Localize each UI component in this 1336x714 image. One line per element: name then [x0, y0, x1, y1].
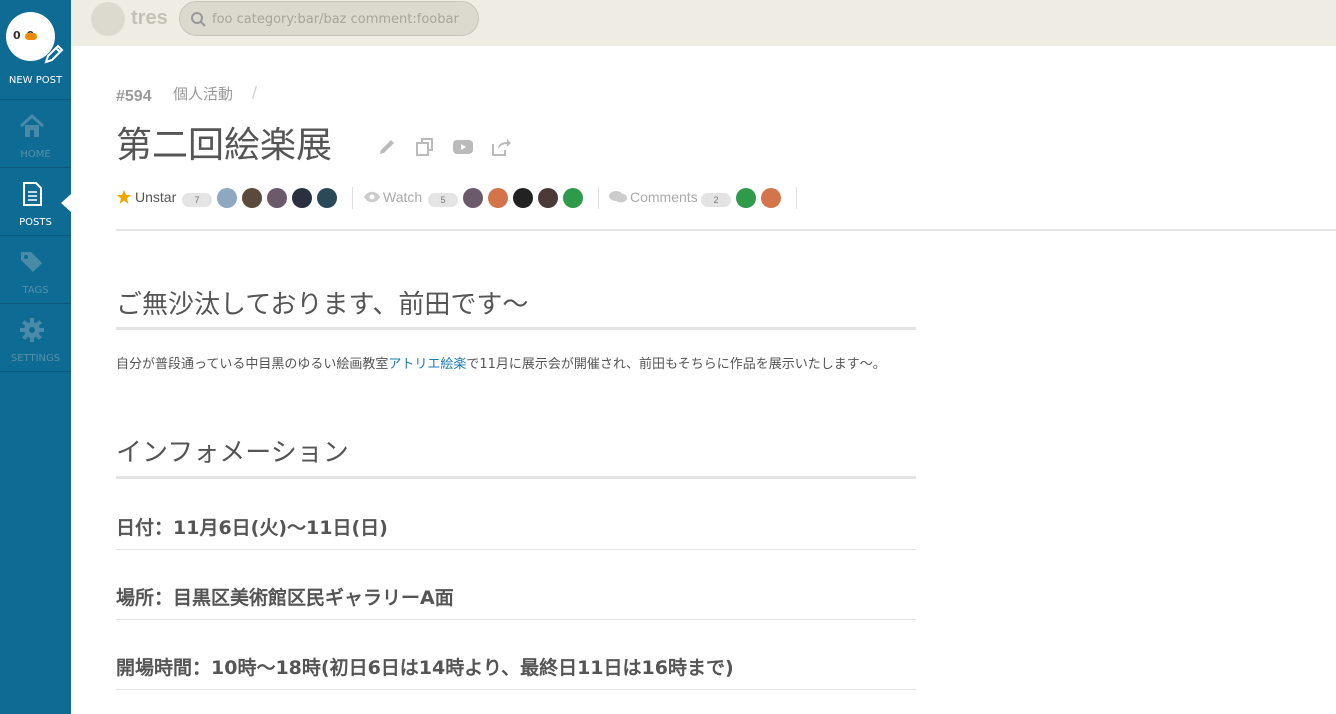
logo-dot — [25, 33, 37, 40]
sidebar: 0 0 NEW POST HOME POSTS TAGS — [0, 0, 71, 714]
breadcrumb-category[interactable]: 個人活動 — [173, 83, 233, 104]
heading-rule — [116, 476, 916, 479]
brand-logo-icon[interactable] — [91, 2, 125, 36]
divider — [352, 187, 353, 209]
para-text: 自分が普段通っている中目黒のゆるい絵画教室 — [116, 357, 389, 372]
tags-icon — [21, 252, 42, 272]
star-count: 7 — [182, 193, 212, 207]
avatar[interactable] — [242, 188, 262, 208]
avatar[interactable] — [736, 188, 756, 208]
sidebar-item-home[interactable]: HOME — [0, 100, 71, 168]
brand-name[interactable]: tres — [131, 7, 168, 30]
edit-icon[interactable] — [377, 137, 399, 157]
avatar[interactable] — [761, 188, 781, 208]
post-meta: Unstar 7 Watch 5 Comments 2 — [116, 185, 916, 211]
slideshow-icon[interactable] — [452, 137, 474, 157]
sidebar-item-label: TAGS — [22, 285, 49, 296]
search-box[interactable] — [179, 1, 479, 36]
pencil-icon — [44, 44, 64, 64]
new-post-label: NEW POST — [8, 75, 63, 86]
avatar[interactable] — [563, 188, 583, 208]
sidebar-item-settings[interactable]: SETTINGS — [0, 304, 71, 372]
avatar[interactable] — [488, 188, 508, 208]
avatar[interactable] — [317, 188, 337, 208]
avatar[interactable] — [463, 188, 483, 208]
avatar[interactable] — [217, 188, 237, 208]
comments-icon[interactable] — [609, 190, 627, 204]
breadcrumb-separator: / — [252, 83, 258, 101]
event-place: 場所：目黒区美術館区民ギャラリーA面 — [116, 587, 454, 609]
subheading-rule — [116, 619, 916, 620]
comments-count: 2 — [701, 193, 731, 207]
divider — [598, 187, 599, 209]
section-heading-info: インフォメーション — [116, 438, 349, 468]
watch-button[interactable]: Watch — [383, 189, 422, 205]
home-icon — [19, 113, 45, 137]
sidebar-item-label: SETTINGS — [10, 353, 61, 364]
subheading-rule — [116, 549, 916, 550]
atelier-link[interactable]: アトリエ絵楽 — [388, 357, 466, 372]
search-icon — [191, 12, 206, 27]
avatar[interactable] — [513, 188, 533, 208]
avatar[interactable] — [267, 188, 287, 208]
divider — [796, 187, 797, 209]
header-divider — [116, 229, 1336, 231]
star-icon[interactable] — [116, 189, 132, 205]
share-icon[interactable] — [490, 137, 512, 157]
top-bar: tres — [71, 0, 1336, 46]
gear-icon — [20, 318, 44, 342]
new-post-button[interactable]: 0 0 NEW POST — [0, 0, 71, 100]
sidebar-item-label: POSTS — [19, 217, 52, 228]
posts-icon — [23, 182, 42, 206]
heading-rule — [116, 327, 916, 330]
watch-count: 5 — [428, 193, 458, 207]
eye-icon[interactable] — [363, 191, 381, 203]
sidebar-item-posts[interactable]: POSTS — [0, 168, 71, 236]
unstar-button[interactable]: Unstar — [135, 189, 176, 205]
avatar[interactable] — [538, 188, 558, 208]
subheading-rule — [116, 689, 916, 690]
comments-link[interactable]: Comments — [630, 189, 698, 205]
post-id: #594 — [116, 88, 152, 105]
event-hours: 開場時間：10時〜18時(初日6日は14時より、最終日11日は16時まで) — [116, 657, 734, 679]
event-date: 日付：11月6日(火)〜11日(日) — [116, 517, 388, 539]
sidebar-item-label: HOME — [20, 149, 51, 160]
sidebar-item-tags[interactable]: TAGS — [0, 236, 71, 304]
search-input[interactable] — [212, 7, 462, 31]
copy-icon[interactable] — [414, 137, 436, 157]
active-indicator — [61, 194, 71, 212]
intro-paragraph: 自分が普段通っている中目黒のゆるい絵画教室アトリエ絵楽で11月に展示会が開催され… — [116, 352, 916, 377]
avatar[interactable] — [292, 188, 312, 208]
page-title: 第二回絵楽展 — [116, 125, 333, 166]
section-heading-greeting: ご無沙汰しております、前田です〜 — [116, 290, 529, 320]
para-text: で11月に展示会が開催され、前田もそちらに作品を展示いたします〜。 — [466, 357, 886, 372]
